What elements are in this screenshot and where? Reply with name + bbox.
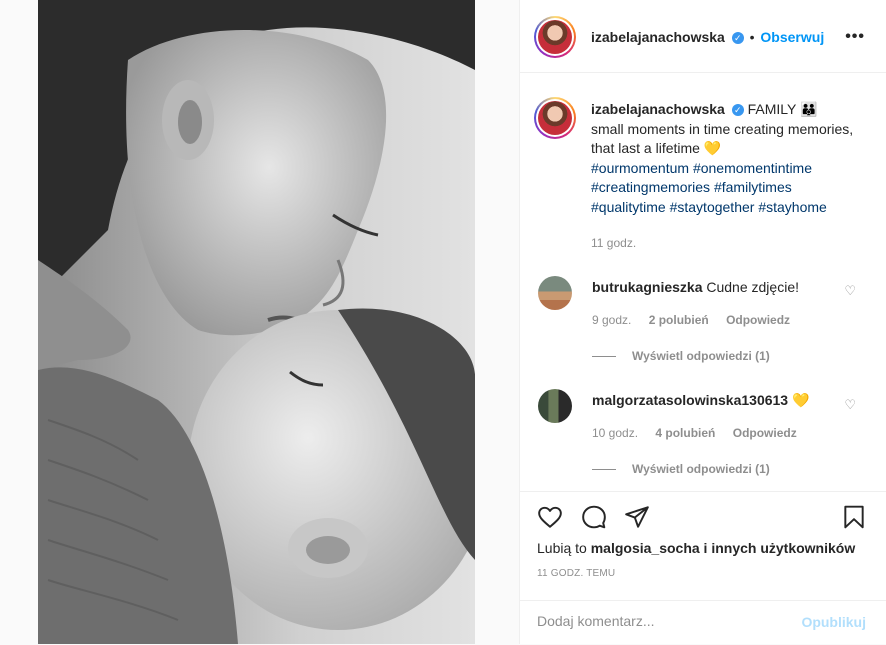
heart-emoji: 💛 (703, 140, 722, 156)
replies-divider (592, 356, 616, 358)
hashtag-link[interactable]: #ourmomentum (591, 160, 689, 176)
caption-title: FAMILY (747, 101, 797, 117)
reply-button[interactable]: Odpowiedz (726, 313, 790, 327)
bookmark-icon[interactable] (841, 504, 867, 530)
heart-emoji: 💛 (792, 392, 810, 408)
hashtag-link[interactable]: #stayhome (758, 199, 826, 215)
more-options-icon[interactable]: ••• (845, 28, 865, 46)
comment-like-heart-icon[interactable]: ♡ (844, 397, 856, 413)
comment-username[interactable]: butrukagnieszka (592, 279, 702, 295)
hashtag-link[interactable]: #staytogether (670, 199, 755, 215)
replies-divider (592, 469, 616, 471)
author-username[interactable]: izabelajanachowska (591, 29, 725, 45)
caption-username[interactable]: izabelajanachowska (591, 101, 725, 117)
follow-button[interactable]: Obserwuj (760, 29, 824, 45)
family-emoji: 👪 (800, 101, 818, 117)
comment-icon[interactable] (581, 504, 607, 530)
comment-text-line: malgorzatasolowinska130613 💛 (592, 392, 809, 409)
comment-meta: 9 godz. 2 polubień Odpowiedz (592, 313, 804, 327)
post-photo-image (38, 0, 475, 644)
commenter-avatar[interactable] (538, 276, 572, 310)
view-replies-label: Wyświetl odpowiedzi (1) (632, 349, 770, 363)
hashtag-link[interactable]: #familytimes (714, 179, 792, 195)
view-replies-label: Wyświetl odpowiedzi (1) (632, 462, 770, 476)
comment-username[interactable]: malgorzatasolowinska130613 (592, 392, 788, 408)
liker-username[interactable]: malgosia_socha (591, 540, 700, 556)
caption: izabelajanachowska ✓ FAMILY 👪 small mome… (591, 100, 866, 217)
reply-button[interactable]: Odpowiedz (733, 426, 797, 440)
comments-section: izabelajanachowska ✓ FAMILY 👪 small mome… (520, 73, 886, 491)
comment-text-line: butrukagnieszka Cudne zdjęcie! (592, 279, 799, 295)
caption-author-avatar[interactable] (534, 97, 576, 139)
comment-time[interactable]: 9 godz. (592, 313, 631, 327)
view-replies-button[interactable]: Wyświetl odpowiedzi (1) (592, 349, 770, 363)
comment-likes[interactable]: 4 polubień (655, 426, 715, 440)
comment-likes[interactable]: 2 polubień (649, 313, 709, 327)
publish-button[interactable]: Opublikuj (801, 614, 866, 630)
comment-input[interactable] (537, 613, 777, 629)
hashtag-link[interactable]: #creatingmemories (591, 179, 710, 195)
verified-badge-icon: ✓ (731, 104, 744, 116)
comment-text: Cudne zdjęcie! (706, 279, 799, 295)
post-sidebar: izabelajanachowska ✓ • Obserwuj ••• izab… (519, 0, 886, 644)
comment-time[interactable]: 10 godz. (592, 426, 638, 440)
likes-others-link[interactable]: i innych użytkowników (704, 540, 856, 556)
comment-like-heart-icon[interactable]: ♡ (844, 283, 856, 299)
verified-badge-icon: ✓ (731, 32, 744, 44)
author-avatar[interactable] (534, 16, 576, 58)
separator-dot: • (749, 29, 755, 45)
paper-plane-icon[interactable] (624, 504, 650, 530)
commenter-avatar[interactable] (538, 389, 572, 423)
caption-line: small moments in time creating memories,… (591, 120, 854, 157)
heart-icon[interactable] (537, 504, 563, 530)
likes-prefix: Lubią to (537, 540, 587, 556)
add-comment-bar: Opublikuj (520, 600, 886, 645)
post-header: izabelajanachowska ✓ • Obserwuj ••• (520, 0, 886, 73)
post-date[interactable]: 11 GODZ. TEMU (537, 568, 615, 579)
caption-time[interactable]: 11 godz. (591, 236, 636, 250)
hashtag-link[interactable]: #qualitytime (591, 199, 666, 215)
post-actions: Lubią to malgosia_socha i innych użytkow… (520, 491, 886, 645)
view-replies-button[interactable]: Wyświetl odpowiedzi (1) (592, 462, 770, 476)
header-user-line: izabelajanachowska ✓ • Obserwuj (591, 29, 824, 45)
hashtag-link[interactable]: #onemomentintime (693, 160, 812, 176)
post-photo[interactable] (38, 0, 475, 644)
comment-meta: 10 godz. 4 polubień Odpowiedz (592, 426, 811, 440)
likes-summary: Lubią to malgosia_socha i innych użytkow… (537, 540, 855, 556)
